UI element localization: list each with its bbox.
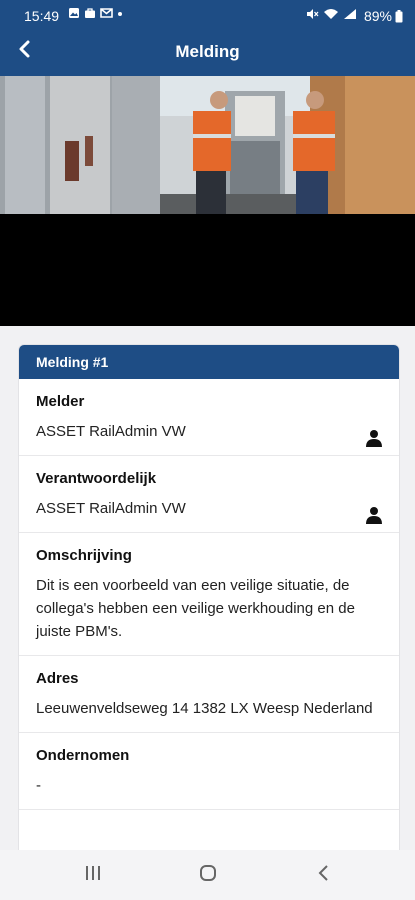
field-label: Melder: [36, 393, 85, 410]
dot-icon: [118, 12, 122, 16]
workshop-photo: [0, 76, 415, 326]
app-bar: Melding: [0, 29, 415, 76]
mute-icon: [307, 9, 319, 19]
person-icon[interactable]: [365, 429, 383, 452]
status-bar: 15:49 89%: [0, 0, 415, 29]
field-verantwoordelijk: Verantwoordelijk ASSET RailAdmin VW: [19, 456, 399, 533]
home-icon[interactable]: [199, 864, 217, 888]
gmail-icon: [100, 8, 113, 18]
field-label: Adres: [36, 670, 79, 687]
wifi-icon: [324, 9, 338, 19]
status-time: 15:49: [24, 8, 60, 24]
field-omschrijving: Omschrijving Dit is een voorbeeld van ee…: [19, 533, 399, 656]
card-title: Melding #1: [19, 345, 399, 379]
battery-indicator: 89%: [364, 8, 403, 24]
field-melder: Melder ASSET RailAdmin VW: [19, 379, 399, 456]
gallery-icon: [69, 8, 79, 18]
field-value: -: [36, 777, 41, 794]
recent-apps-icon[interactable]: [84, 864, 102, 888]
hero-photo: [0, 76, 415, 326]
field-value: ASSET RailAdmin VW: [36, 423, 186, 440]
notification-icons: [68, 7, 123, 19]
field-ondernomen: Ondernomen -: [19, 733, 399, 810]
field-value: Leeuwenveldseweg 14 1382 LX Weesp Nederl…: [36, 700, 373, 717]
field-value: Dit is een voorbeeld van een veilige sit…: [36, 577, 355, 640]
content-area: Melding #1 Melder ASSET RailAdmin VW Ver…: [0, 326, 415, 850]
page-title: Melding: [175, 42, 240, 61]
signal-icon: [344, 9, 356, 19]
field-label: Omschrijving: [36, 547, 132, 564]
battery-percent: 89%: [363, 8, 392, 24]
field-next: [19, 810, 399, 850]
field-value: ASSET RailAdmin VW: [36, 500, 186, 517]
bag-icon: [85, 8, 95, 18]
report-card: Melding #1 Melder ASSET RailAdmin VW Ver…: [18, 344, 400, 850]
nav-back-icon[interactable]: [317, 864, 331, 888]
field-label: Verantwoordelijk: [36, 470, 157, 487]
person-icon[interactable]: [365, 506, 383, 529]
navigation-bar: [0, 850, 415, 900]
system-icons: [306, 8, 357, 20]
field-label: Ondernomen: [36, 747, 130, 764]
field-adres: Adres Leeuwenveldseweg 14 1382 LX Weesp …: [19, 656, 399, 733]
battery-icon: [395, 9, 403, 22]
